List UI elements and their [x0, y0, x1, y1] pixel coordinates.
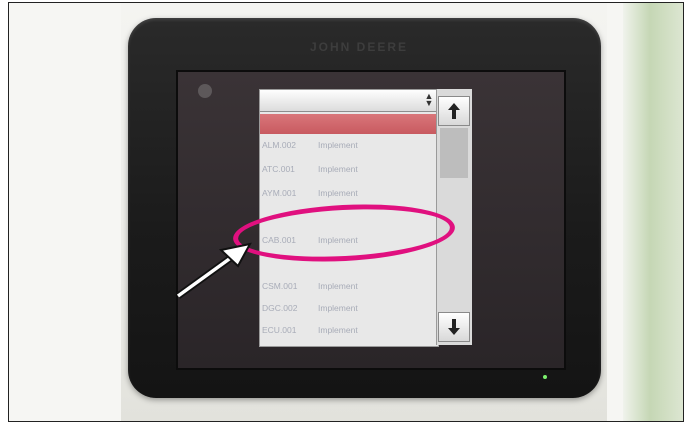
callout-arrow-icon — [175, 242, 252, 299]
status-led — [543, 375, 547, 379]
pointer-arrow — [175, 242, 252, 299]
